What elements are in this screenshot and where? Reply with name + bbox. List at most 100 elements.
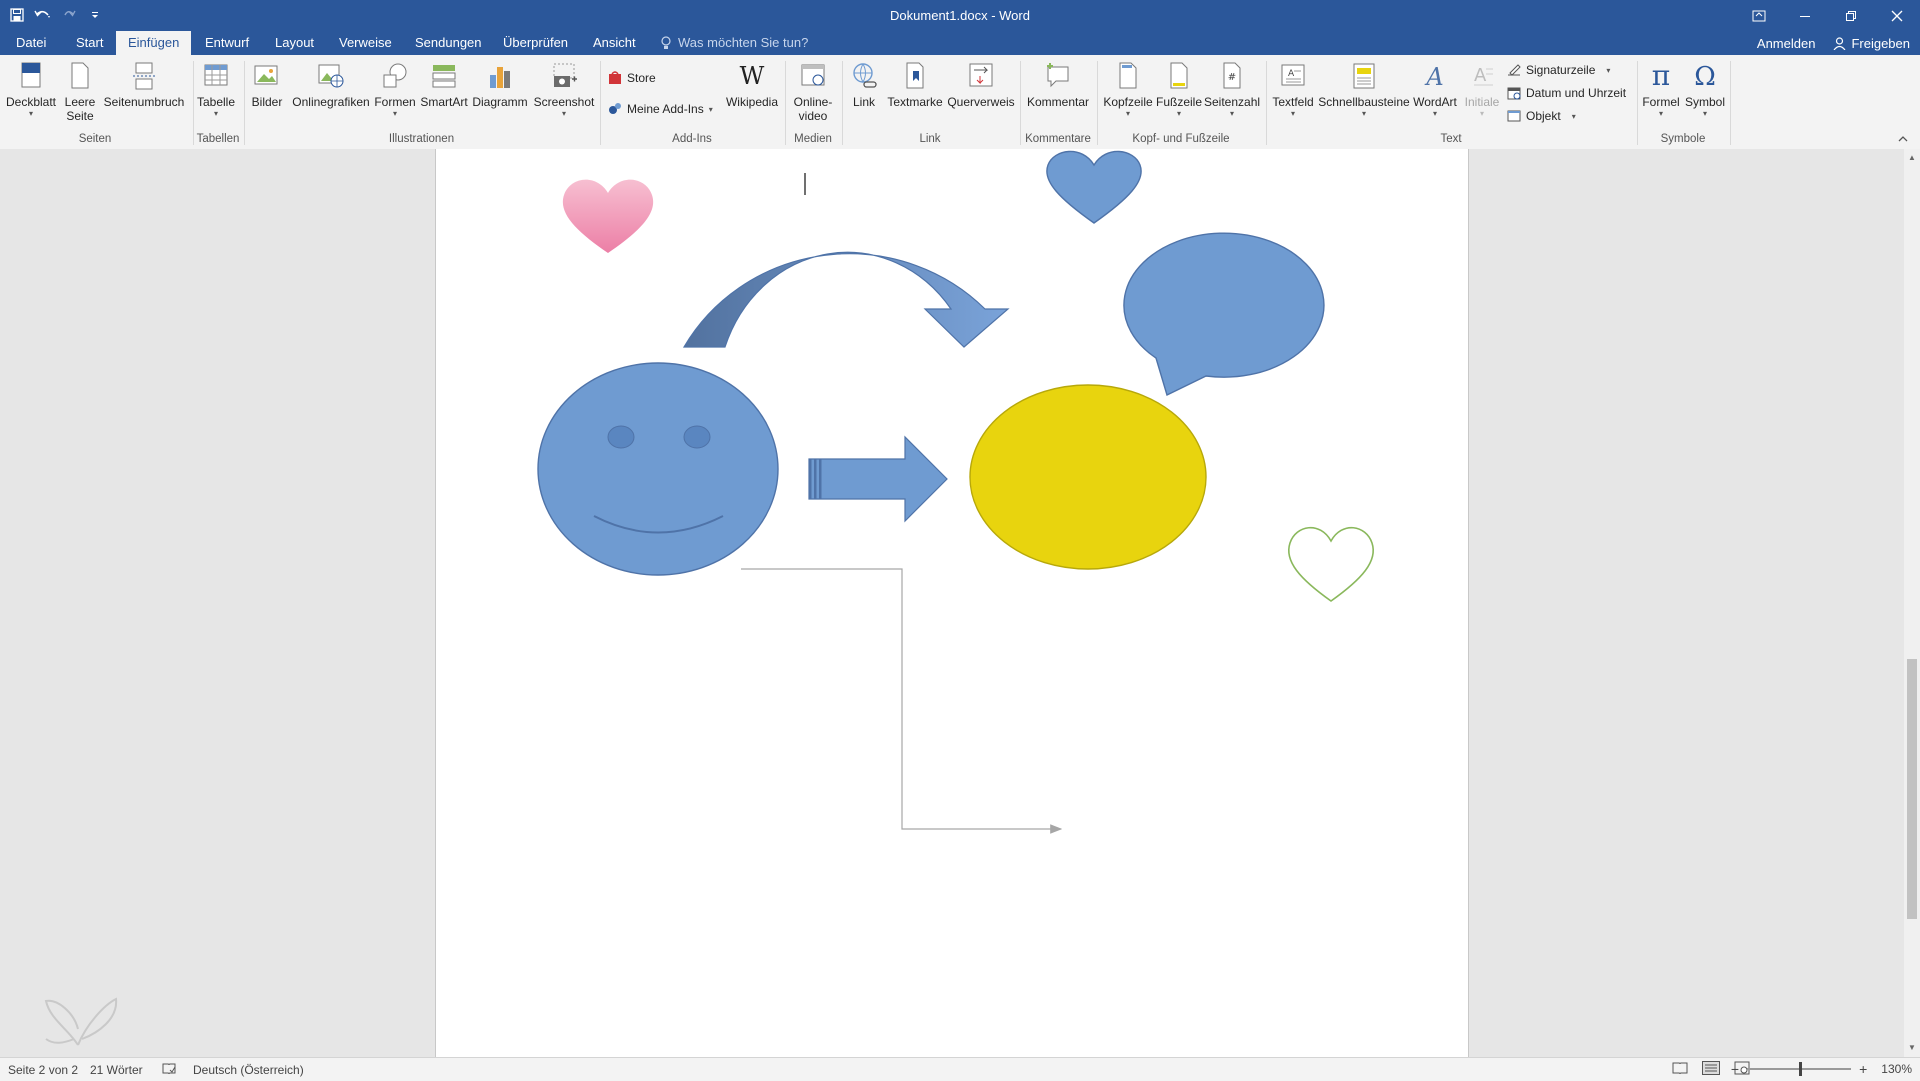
seitenzahl-button[interactable]: # Seitenzahl ▾ xyxy=(1204,61,1260,119)
tab-verweise[interactable]: Verweise xyxy=(327,31,404,55)
svg-text:π: π xyxy=(1652,61,1670,91)
group-label-link: Link xyxy=(919,133,941,145)
tab-ansicht[interactable]: Ansicht xyxy=(581,31,648,55)
initiale-button[interactable]: A Initiale ▾ xyxy=(1461,61,1503,119)
scroll-up-button[interactable]: ▲ xyxy=(1904,151,1920,165)
blue-heart-shape[interactable] xyxy=(1046,150,1142,224)
tab-sendungen[interactable]: Sendungen xyxy=(403,31,494,55)
collapse-ribbon-button[interactable] xyxy=(1898,135,1908,146)
drawing-canvas xyxy=(537,150,1374,834)
schnellbausteine-button[interactable]: Schnellbausteine ▾ xyxy=(1318,61,1410,119)
read-mode-icon[interactable] xyxy=(1672,1061,1688,1075)
scroll-down-button[interactable]: ▼ xyxy=(1904,1041,1920,1055)
leere-seite-label-1: Leere xyxy=(64,95,96,109)
minimize-button[interactable] xyxy=(1782,0,1828,31)
smiley-face-shape[interactable] xyxy=(537,362,779,576)
tab-datei[interactable]: Datei xyxy=(4,31,58,55)
tell-me-search[interactable]: Was möchten Sie tun? xyxy=(660,31,808,55)
screenshot-button[interactable]: Screenshot ▾ xyxy=(532,61,596,119)
smartart-label: SmartArt xyxy=(420,95,468,109)
objekt-button[interactable]: Objekt ▾ xyxy=(1507,109,1576,123)
striped-right-arrow-shape[interactable] xyxy=(808,435,948,523)
svg-text:A: A xyxy=(1474,65,1487,86)
tab-einfuegen[interactable]: Einfügen xyxy=(116,31,192,55)
shapes-icon xyxy=(383,63,407,88)
onlinevideo-label-2: video xyxy=(798,109,828,123)
onlinevideo-button[interactable]: Online- video xyxy=(788,61,838,123)
signaturzeile-button[interactable]: Signaturzeile ▾ xyxy=(1507,63,1610,77)
group-label-addins: Add-Ins xyxy=(672,133,712,145)
word-count-status[interactable]: 21 Wörter xyxy=(90,1063,143,1077)
bookmark-icon xyxy=(906,62,924,89)
smartart-button[interactable]: SmartArt xyxy=(419,61,469,109)
deckblatt-label: Deckblatt xyxy=(5,95,57,109)
tab-ueberpruefen[interactable]: Überprüfen xyxy=(491,31,580,55)
scrollbar-thumb[interactable] xyxy=(1907,659,1917,919)
ribbon-display-options-button[interactable] xyxy=(1736,0,1782,31)
deckblatt-button[interactable]: Deckblatt ▾ xyxy=(4,61,58,119)
comment-icon xyxy=(1047,63,1069,88)
speech-bubble-shape[interactable] xyxy=(1123,232,1325,396)
share-button[interactable]: Freigeben xyxy=(1833,36,1910,51)
datum-uhrzeit-label: Datum und Uhrzeit xyxy=(1526,86,1627,100)
yellow-ellipse-shape[interactable] xyxy=(969,384,1207,570)
elbow-connector-arrow[interactable] xyxy=(741,568,1063,834)
close-button[interactable] xyxy=(1874,0,1920,31)
page-count-status[interactable]: Seite 2 von 2 xyxy=(8,1063,78,1077)
bilder-button[interactable]: Bilder xyxy=(248,61,286,109)
zoom-slider[interactable] xyxy=(1747,1062,1852,1076)
drop-cap-icon: A xyxy=(1474,65,1493,86)
online-video-icon xyxy=(801,64,825,86)
zoom-slider-knob[interactable] xyxy=(1799,1062,1803,1076)
tab-layout[interactable]: Layout xyxy=(263,31,326,55)
datum-uhrzeit-button[interactable]: Datum und Uhrzeit xyxy=(1507,86,1626,100)
tab-start[interactable]: Start xyxy=(64,31,115,55)
restore-button[interactable] xyxy=(1828,0,1874,31)
seitenumbruch-button[interactable]: Seitenumbruch xyxy=(101,61,187,109)
chevron-up-icon xyxy=(1898,136,1908,142)
language-status[interactable]: Deutsch (Österreich) xyxy=(193,1063,304,1077)
curved-arrow-shape[interactable] xyxy=(682,251,1010,348)
kommentar-label: Kommentar xyxy=(1026,95,1090,109)
vertical-scrollbar[interactable]: ▲ ▼ xyxy=(1904,149,1920,1057)
fusszeile-button[interactable]: Fußzeile ▾ xyxy=(1155,61,1203,119)
formel-button[interactable]: π Formel ▾ xyxy=(1640,61,1682,119)
leere-seite-button[interactable]: Leere Seite xyxy=(60,61,100,123)
link-button[interactable]: Link xyxy=(846,61,882,109)
group-separator xyxy=(1730,61,1731,145)
formen-button[interactable]: Formen ▾ xyxy=(373,61,417,119)
schnellbausteine-label: Schnellbausteine xyxy=(1318,95,1410,109)
textfeld-button[interactable]: A Textfeld ▾ xyxy=(1269,61,1317,119)
store-label: Store xyxy=(627,71,656,85)
pictures-icon xyxy=(254,65,278,85)
signaturzeile-label: Signaturzeile xyxy=(1526,63,1596,77)
textmarke-button[interactable]: Textmarke xyxy=(884,61,946,109)
initiale-label: Initiale xyxy=(1464,95,1500,109)
object-icon xyxy=(1507,110,1521,122)
pink-heart-shape[interactable] xyxy=(562,179,654,253)
tab-entwurf[interactable]: Entwurf xyxy=(193,31,261,55)
onlinegrafiken-button[interactable]: Onlinegrafiken xyxy=(289,61,373,109)
zoom-level[interactable]: 130% xyxy=(1881,1062,1912,1076)
zoom-in-button[interactable]: + xyxy=(1859,1061,1867,1077)
kommentar-button[interactable]: Kommentar xyxy=(1024,61,1092,109)
tabelle-button[interactable]: Tabelle ▾ xyxy=(196,61,236,119)
symbol-button[interactable]: Ω Symbol ▾ xyxy=(1684,61,1726,119)
store-button[interactable]: Store xyxy=(608,71,656,85)
proofing-status-button[interactable] xyxy=(162,1062,176,1078)
kopfzeile-button[interactable]: Kopfzeile ▾ xyxy=(1102,61,1154,119)
proofing-book-icon xyxy=(162,1063,176,1075)
print-layout-icon[interactable] xyxy=(1702,1061,1720,1075)
green-outline-heart-shape[interactable] xyxy=(1288,526,1374,602)
diagramm-button[interactable]: Diagramm xyxy=(470,61,530,109)
querverweis-button[interactable]: Querverweis xyxy=(947,61,1015,109)
meine-addins-button[interactable]: Meine Add-Ins ▾ xyxy=(608,102,713,116)
wikipedia-button[interactable]: W Wikipedia xyxy=(724,61,780,109)
group-label-kommentare: Kommentare xyxy=(1025,133,1091,145)
wikipedia-icon: W xyxy=(740,62,765,90)
signin-link[interactable]: Anmelden xyxy=(1757,36,1816,51)
smiley-right-eye xyxy=(683,425,711,449)
wordart-button[interactable]: A WordArt ▾ xyxy=(1410,61,1460,119)
document-page[interactable] xyxy=(435,149,1469,1057)
zoom-out-button[interactable]: − xyxy=(1731,1061,1739,1077)
